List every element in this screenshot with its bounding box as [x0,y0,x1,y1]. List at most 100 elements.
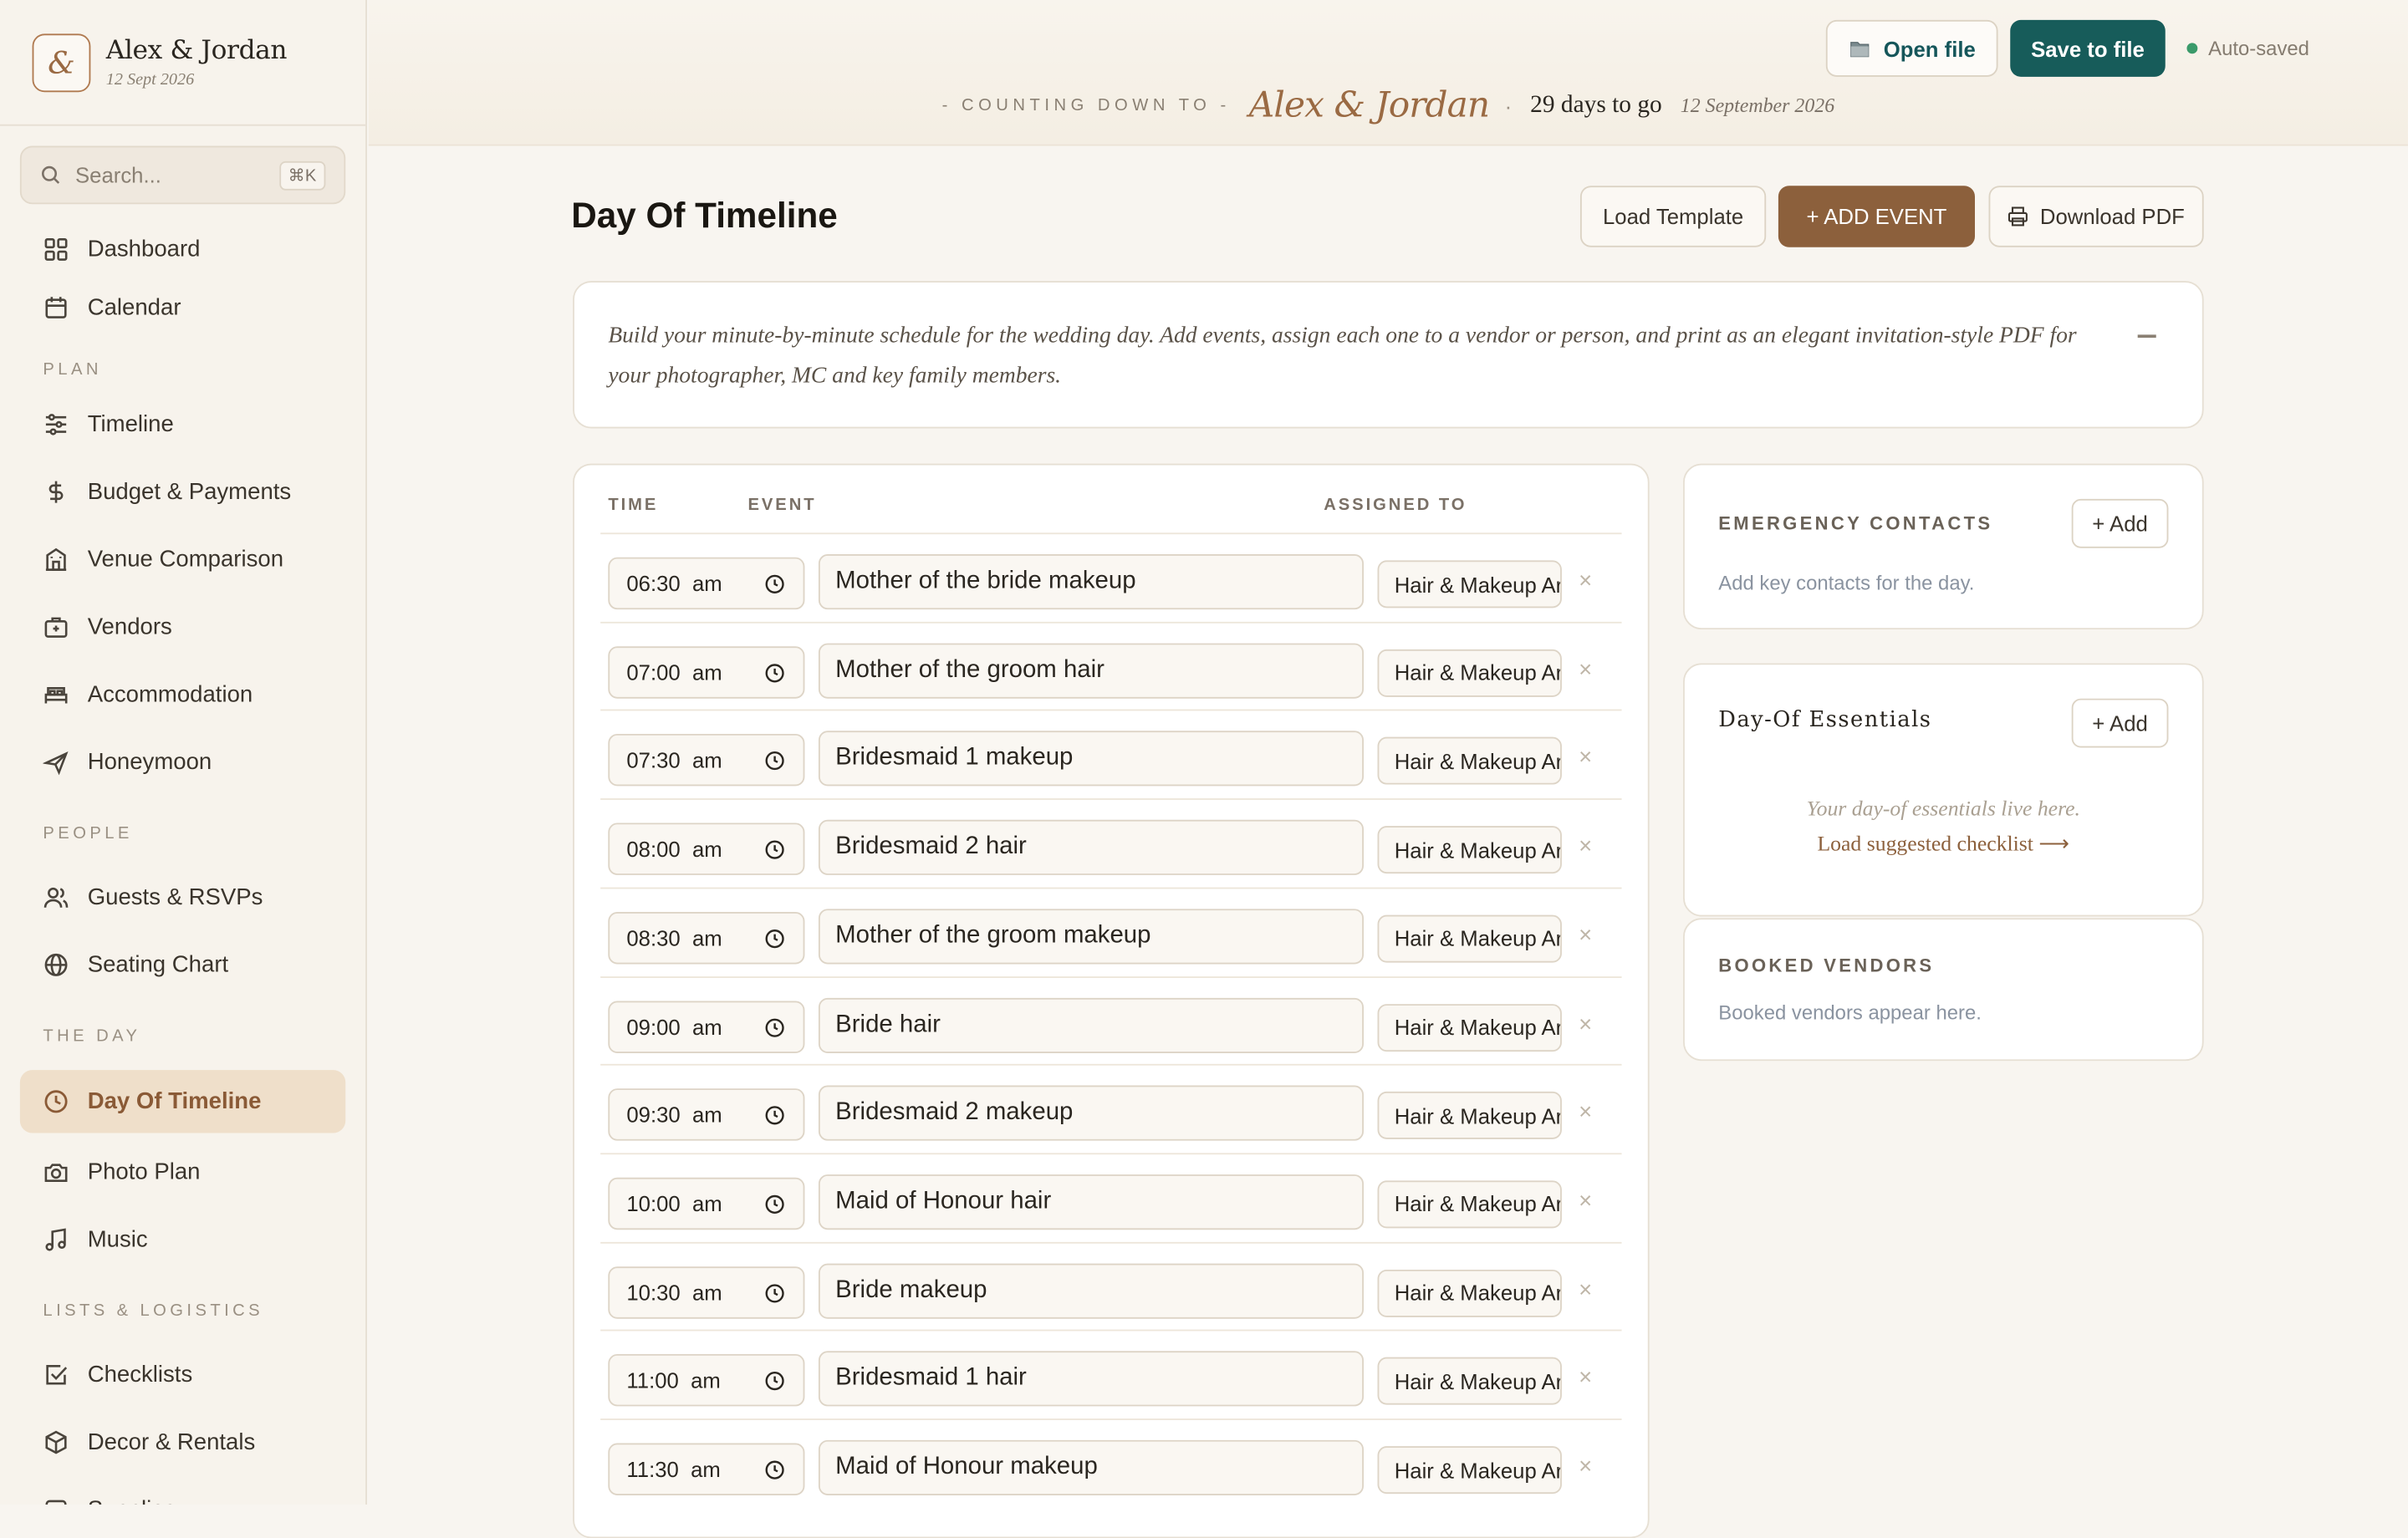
essentials-empty-text: Your day-of essentials live here. [1806,798,2081,822]
assigned-select[interactable]: Hair & Makeup Artist [1377,914,1562,963]
nav-timeline[interactable]: Timeline [20,395,345,453]
nav-honeymoon[interactable]: Honeymoon [20,732,345,791]
assigned-select[interactable]: Hair & Makeup Artist [1377,826,1562,874]
remove-row-icon[interactable]: × [1579,1011,1592,1036]
countdown-date: 12 September 2026 [1680,94,1835,117]
event-input[interactable]: Bridesmaid 1 makeup [818,731,1364,787]
remove-row-icon[interactable]: × [1579,746,1592,772]
calendar-icon [45,296,67,318]
assigned-select[interactable]: Hair & Makeup Artist [1377,1092,1562,1140]
nav-budget[interactable]: Budget & Payments [20,462,345,521]
time-input[interactable]: 08:30 am [608,911,805,965]
assigned-select[interactable]: Hair & Makeup Artist [1377,1446,1562,1495]
nav-vendors[interactable]: Vendors [20,597,345,655]
event-input[interactable]: Maid of Honour makeup [818,1439,1364,1495]
time-input[interactable]: 06:30 am [608,557,805,610]
nav-section-the-day: THE DAY [43,1026,141,1046]
nav-calendar[interactable]: Calendar [20,278,345,336]
emergency-contacts-card: EMERGENCY CONTACTS + Add Add key contact… [1683,463,2204,630]
nav-label: Music [87,1225,148,1252]
nav-dashboard[interactable]: Dashboard [20,220,345,278]
time-input[interactable]: 09:00 am [608,1000,805,1053]
status-dot [2186,43,2198,54]
time-input[interactable]: 11:00 am [608,1354,805,1407]
clock-icon [44,1090,68,1113]
remove-row-icon[interactable]: × [1579,1099,1592,1125]
remove-row-icon[interactable]: × [1579,1365,1592,1391]
event-input[interactable]: Bride makeup [818,1262,1364,1318]
nav-accommodation[interactable]: Accommodation [20,665,345,723]
nav-label: Vendors [87,613,172,639]
assigned-select[interactable]: Hair & Makeup Artist [1377,1357,1562,1406]
assigned-value: Hair & Makeup Artist [1394,838,1560,863]
collapse-icon[interactable] [2137,334,2156,339]
assigned-select[interactable]: Hair & Makeup Artist [1377,560,1562,609]
time-input[interactable]: 08:00 am [608,822,805,876]
nav-music[interactable]: Music [20,1210,345,1268]
event-input[interactable]: Mother of the groom hair [818,643,1364,699]
open-file-button[interactable]: Open file [1825,19,1998,77]
event-value: Mother of the groom makeup [835,922,1151,949]
clock-icon [765,751,784,771]
nav-decor-rentals[interactable]: Decor & Rentals [20,1413,345,1471]
nav-checklists[interactable]: Checklists [20,1345,345,1403]
clock-icon [765,840,784,859]
download-pdf-button[interactable]: Download PDF [1988,186,2204,247]
event-input[interactable]: Mother of the groom makeup [818,908,1364,965]
event-input[interactable]: Bride hair [818,996,1364,1053]
nav-day-of-timeline[interactable]: Day Of Timeline [19,1070,346,1133]
event-input[interactable]: Maid of Honour hair [818,1174,1364,1230]
remove-row-icon[interactable]: × [1579,568,1592,594]
remove-row-icon[interactable]: × [1579,922,1592,948]
remove-row-icon[interactable]: × [1579,1454,1592,1479]
nav-venue-comparison[interactable]: Venue Comparison [20,530,345,588]
nav-label: Supplies [88,1496,176,1505]
remove-row-icon[interactable]: × [1579,657,1592,683]
intro-card: Build your minute-by-minute schedule for… [573,281,2204,429]
clock-icon [765,1460,784,1479]
assigned-select[interactable]: Hair & Makeup Artist [1377,649,1562,697]
load-template-button[interactable]: Load Template [1579,186,1767,247]
brand[interactable]: & Alex & Jordan 12 Sept 2026 [0,0,366,126]
package-icon [45,1499,67,1505]
search-input[interactable]: Search... ⌘K [19,145,346,205]
add-contact-button[interactable]: + Add [2071,498,2169,548]
time-input[interactable]: 07:30 am [608,734,805,787]
nav-guests[interactable]: Guests & RSVPs [20,868,345,926]
remove-row-icon[interactable]: × [1579,1188,1592,1214]
app-root: & Alex & Jordan 12 Sept 2026 Search... ⌘… [0,0,2408,1538]
add-essential-button[interactable]: + Add [2071,698,2169,748]
save-to-file-button[interactable]: Save to file [2010,19,2166,77]
assigned-select[interactable]: Hair & Makeup Artist [1377,1003,1562,1052]
grid-icon [44,237,68,260]
event-input[interactable]: Bridesmaid 2 hair [818,819,1364,876]
load-checklist-link[interactable]: Load suggested checklist ⟶ [1685,832,2202,858]
nav-supplies[interactable]: Supplies [20,1480,345,1505]
time-input[interactable]: 11:30 am [608,1443,805,1495]
assigned-select[interactable]: Hair & Makeup Artist [1377,1269,1562,1317]
event-input[interactable]: Bridesmaid 1 hair [818,1351,1364,1407]
time-input[interactable]: 07:00 am [608,645,805,699]
nav-label: Checklists [87,1361,193,1388]
assigned-value: Hair & Makeup Artist [1394,1280,1560,1306]
nav-seating-chart[interactable]: Seating Chart [20,935,345,994]
assigned-select[interactable]: Hair & Makeup Artist [1377,737,1562,786]
briefcase-icon [44,616,68,637]
clock-icon [765,1372,784,1391]
nav-photo-plan[interactable]: Photo Plan [20,1143,345,1201]
box-icon [45,1429,67,1454]
nav-label: Budget & Payments [87,478,292,505]
assigned-select[interactable]: Hair & Makeup Artist [1377,1180,1562,1229]
time-input[interactable]: 10:00 am [608,1177,805,1230]
add-event-button[interactable]: + ADD EVENT [1778,186,1975,247]
assigned-value: Hair & Makeup Artist [1394,749,1560,774]
time-input[interactable]: 10:30 am [608,1266,805,1318]
time-input[interactable]: 09:30 am [608,1088,805,1142]
time-value: 06:30 am [626,571,722,596]
autosave-status: Auto-saved [2186,37,2309,60]
plane-icon [43,751,69,775]
remove-row-icon[interactable]: × [1579,1276,1592,1302]
event-input[interactable]: Bridesmaid 2 makeup [818,1085,1364,1142]
event-input[interactable]: Mother of the bride makeup [818,554,1364,610]
remove-row-icon[interactable]: × [1579,834,1592,860]
